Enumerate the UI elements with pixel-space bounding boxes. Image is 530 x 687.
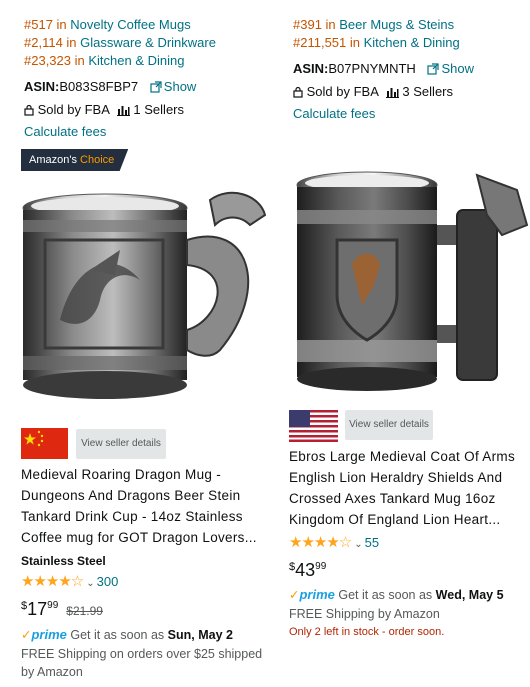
rating-row[interactable]: ★★★★☆ ⌄ 55 <box>289 535 379 553</box>
show-asin-button[interactable]: Show <box>150 79 197 94</box>
price: $4399 <box>289 560 326 581</box>
sold-by-text: Sold by FBA <box>37 102 110 117</box>
rank-row: #2,114 in Glassware & Drinkware <box>24 34 274 52</box>
rank-in: in <box>71 53 89 68</box>
lock-icon <box>24 104 34 116</box>
rank-category-link[interactable]: Kitchen & Dining <box>88 53 184 68</box>
sold-by-row: Sold by FBA 3 Sellers <box>293 83 523 101</box>
amazons-choice-badge: Amazon's Choice <box>21 149 129 171</box>
prime-logo: prime <box>31 627 67 642</box>
view-seller-details-button[interactable]: View seller details <box>76 429 166 459</box>
stock-warning: Only 2 left in stock - order soon. <box>289 626 445 638</box>
rank-category-link[interactable]: Kitchen & Dining <box>364 35 460 50</box>
rank-row: #517 in Novelty Coffee Mugs <box>24 16 274 34</box>
rank-category-link[interactable]: Beer Mugs & Steins <box>339 17 454 32</box>
rank-row: #211,551 in Kitchen & Dining <box>293 34 523 52</box>
rating-count[interactable]: 55 <box>365 535 379 550</box>
rating-count[interactable]: 300 <box>97 574 119 589</box>
delivery-date: Sun, May 2 <box>167 628 233 642</box>
rank-number: #211,551 <box>293 35 347 50</box>
show-asin-button[interactable]: Show <box>427 61 474 76</box>
coat-of-arms-mug-image[interactable] <box>292 155 530 405</box>
product-title-link[interactable]: Ebros Large Medieval Coat Of Arms Englis… <box>289 446 525 530</box>
lock-icon <box>293 86 303 98</box>
calculate-fees-link[interactable]: Calculate fees <box>293 105 523 123</box>
delivery-date: Wed, May 5 <box>435 588 504 602</box>
calculate-fees-link[interactable]: Calculate fees <box>24 123 274 141</box>
price-whole: 17 <box>27 599 48 619</box>
view-seller-details-button[interactable]: View seller details <box>345 410 433 440</box>
show-label: Show <box>163 79 197 94</box>
prime-check-icon: ✓ <box>289 588 300 602</box>
rank-category-link[interactable]: Glassware & Drinkware <box>80 35 216 50</box>
external-link-icon <box>427 63 440 75</box>
usa-flag-icon <box>289 410 338 442</box>
product-card-left: #517 in Novelty Coffee Mugs #2,114 in Gl… <box>24 0 274 141</box>
prime-delivery-row: ✓prime Get it as soon as Wed, May 5 <box>289 587 504 602</box>
rank-number: #517 <box>24 17 53 32</box>
rank-number: #23,323 <box>24 53 71 68</box>
chevron-down-icon: ⌄ <box>354 539 363 550</box>
sellers-count[interactable]: 3 Sellers <box>402 84 453 99</box>
rank-in: in <box>346 35 364 50</box>
product-card-right: #391 in Beer Mugs & Steins #211,551 in K… <box>293 0 523 123</box>
list-price: $21.99 <box>66 604 103 618</box>
rank-number: #391 <box>293 17 322 32</box>
sold-by-row: Sold by FBA 1 Sellers <box>24 101 274 119</box>
asin-label: ASIN: <box>293 61 329 76</box>
rank-category-link[interactable]: Novelty Coffee Mugs <box>70 17 190 32</box>
delivery-prefix: Get it as soon as <box>70 628 165 642</box>
sold-by-text: Sold by FBA <box>306 84 379 99</box>
prime-check-icon: ✓ <box>21 628 32 642</box>
star-icon: ★★★★☆ <box>21 573 84 590</box>
prime-logo: prime <box>299 587 335 602</box>
sellers-count[interactable]: 1 Sellers <box>133 102 184 117</box>
shipping-text: FREE Shipping on orders over $25 shipped… <box>21 647 263 679</box>
rank-in: in <box>52 17 71 32</box>
asin-value: B07PNYMNTH <box>328 61 416 76</box>
shipping-text: FREE Shipping by Amazon <box>289 607 440 621</box>
rank-row: #23,323 in Kitchen & Dining <box>24 52 274 70</box>
product-title-link[interactable]: Medieval Roaring Dragon Mug - Dungeons A… <box>21 464 269 548</box>
star-icon: ★★★★☆ <box>289 534 352 551</box>
asin-value: B083S8FBP7 <box>59 79 139 94</box>
asin-row: ASIN:B07PNYMNTH Show <box>293 60 523 78</box>
price-fraction: 99 <box>47 600 59 611</box>
china-flag-icon <box>21 428 68 459</box>
show-label: Show <box>441 61 474 76</box>
bar-chart-icon <box>116 106 130 116</box>
dragon-mug-image[interactable] <box>20 180 270 415</box>
badge-choice: Choice <box>80 154 115 166</box>
rank-number: #2,114 <box>24 35 63 50</box>
rating-row[interactable]: ★★★★☆ ⌄ 300 <box>21 574 118 592</box>
rank-in: in <box>321 17 340 32</box>
asin-row: ASIN:B083S8FBP7 Show <box>24 78 274 96</box>
price-whole: 43 <box>295 560 316 580</box>
rank-in: in <box>62 35 81 50</box>
delivery-prefix: Get it as soon as <box>338 588 433 602</box>
prime-delivery-row: ✓prime Get it as soon as Sun, May 2 <box>21 627 233 642</box>
price: $1799 $21.99 <box>21 599 103 620</box>
external-link-icon <box>150 81 162 93</box>
rank-row: #391 in Beer Mugs & Steins <box>293 16 523 34</box>
badge-prefix: Amazon's <box>29 154 77 166</box>
price-fraction: 99 <box>315 561 327 572</box>
asin-label: ASIN: <box>24 79 60 94</box>
bar-chart-icon <box>385 88 399 98</box>
chevron-down-icon: ⌄ <box>86 578 95 589</box>
material-label: Stainless Steel <box>21 554 106 568</box>
